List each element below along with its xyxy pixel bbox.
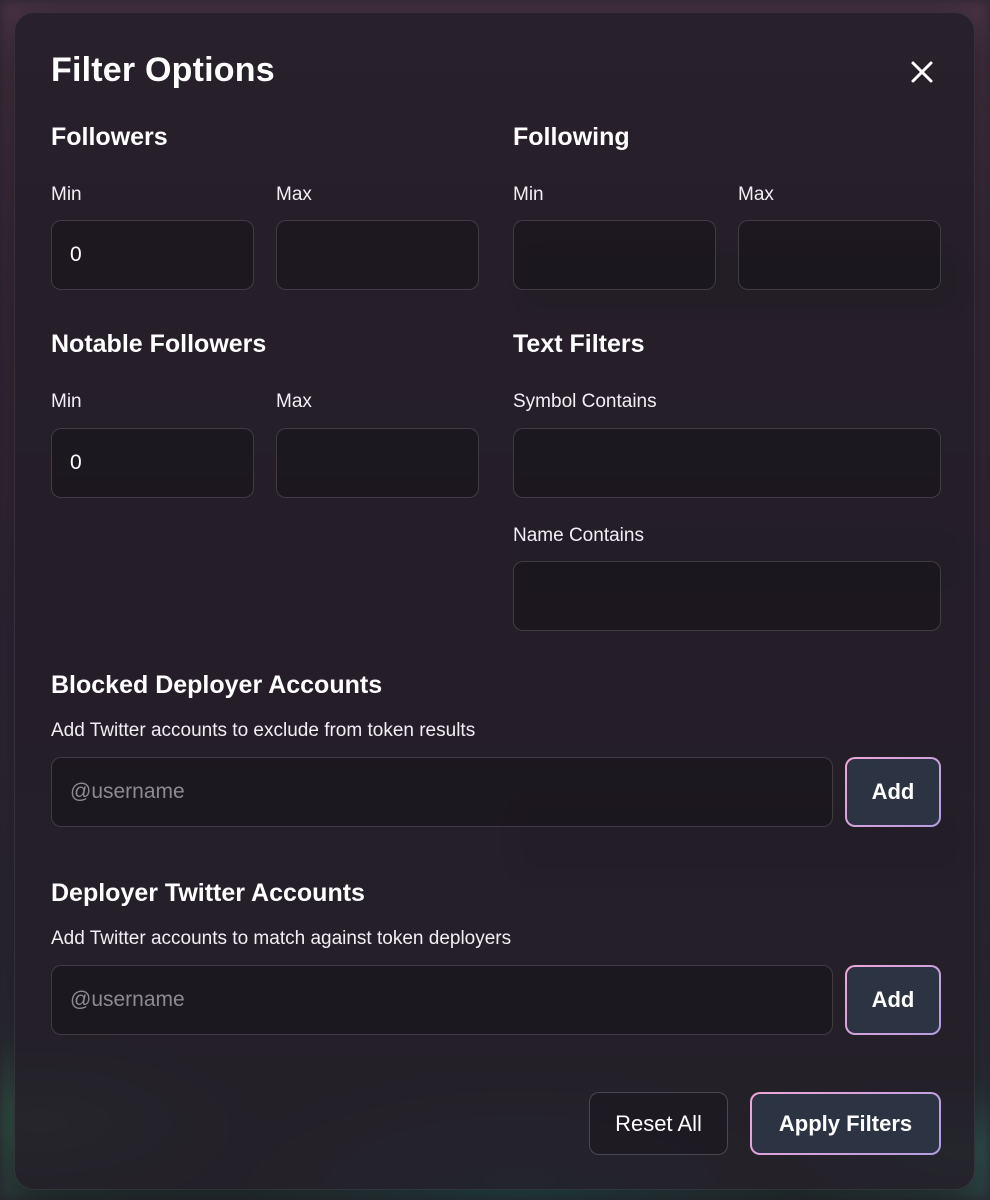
modal-title: Filter Options [51,51,275,89]
text-filters-section-title: Text Filters [513,330,645,358]
following-max-label: Max [738,184,774,205]
following-max-input[interactable] [738,220,941,290]
notable-followers-max-label: Max [276,391,312,412]
symbol-contains-label: Symbol Contains [513,391,657,412]
name-contains-input[interactable] [513,561,941,631]
deployer-twitter-description: Add Twitter accounts to match against to… [51,928,512,949]
deployer-twitter-add-button[interactable]: Add [845,965,941,1035]
notable-followers-section-title: Notable Followers [51,330,267,358]
followers-min-label: Min [51,184,82,205]
following-section-title: Following [513,123,630,151]
blocked-deployer-add-button[interactable]: Add [845,757,941,827]
close-icon [911,61,933,83]
followers-max-input[interactable] [276,220,479,290]
notable-followers-min-input[interactable] [51,428,254,498]
close-button[interactable] [903,53,941,91]
followers-min-input[interactable] [51,220,254,290]
followers-section-title: Followers [51,123,168,151]
following-min-input[interactable] [513,220,716,290]
deployer-twitter-section-title: Deployer Twitter Accounts [51,879,365,907]
blocked-deployers-section-title: Blocked Deployer Accounts [51,671,383,699]
reset-all-button[interactable]: Reset All [589,1092,728,1155]
notable-followers-max-input[interactable] [276,428,479,498]
following-min-label: Min [513,184,544,205]
blocked-deployer-username-input[interactable] [51,757,833,827]
apply-filters-button[interactable]: Apply Filters [750,1092,941,1155]
symbol-contains-input[interactable] [513,428,941,498]
followers-max-label: Max [276,184,312,205]
notable-followers-min-label: Min [51,391,82,412]
name-contains-label: Name Contains [513,525,644,546]
deployer-twitter-username-input[interactable] [51,965,833,1035]
blocked-deployers-description: Add Twitter accounts to exclude from tok… [51,720,476,741]
filter-options-modal: Filter Options Followers Min Max Followi… [14,12,975,1190]
